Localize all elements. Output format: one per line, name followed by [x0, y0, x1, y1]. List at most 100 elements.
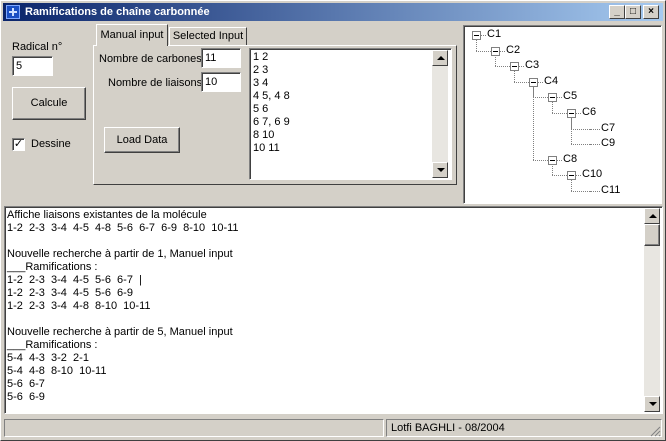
status-panel-1: [4, 419, 384, 437]
links-scrollbar[interactable]: [432, 50, 448, 178]
minimize-button[interactable]: _: [609, 5, 625, 19]
tree-connector: [533, 160, 548, 161]
output-line: Nouvelle recherche à partir de 1, Manuel…: [7, 248, 233, 260]
scroll-down-icon: [649, 402, 657, 406]
close-button[interactable]: ×: [643, 5, 659, 19]
tree-root: C1 C2 C3 C4 C5 C6 C7 C9 C8 C10 C11: [464, 26, 659, 201]
tree-node-c5[interactable]: C5: [563, 90, 577, 103]
output-line: 5-6 6-9: [7, 391, 45, 403]
output-scroll-down-button[interactable]: [644, 396, 660, 412]
resize-grip[interactable]: [649, 425, 661, 437]
tree-node-c10[interactable]: C10: [582, 168, 602, 181]
links-lines: 1 22 33 44 5, 4 85 66 7, 6 98 10 10 11: [253, 51, 290, 155]
links-line: 5 6: [253, 103, 269, 115]
tree-connector: [571, 117, 572, 144]
tree-connector: [514, 82, 529, 83]
links-line: 2 3: [253, 64, 269, 76]
scroll-up-icon: [649, 214, 657, 218]
calcule-button[interactable]: Calcule: [12, 87, 86, 120]
tree-node-c3[interactable]: C3: [525, 59, 539, 72]
tree-connector: [576, 113, 581, 114]
check-icon: ✓: [13, 138, 24, 150]
tree-node-c4[interactable]: C4: [544, 75, 558, 88]
output-scrollbar[interactable]: [644, 208, 660, 412]
tree-connector: [533, 86, 534, 160]
radical-label: Radical n°: [12, 41, 63, 53]
tree-node-c6[interactable]: C6: [582, 106, 596, 119]
output-line: 1-2 2-3 3-4 4-5 5-6 6-9: [7, 287, 133, 299]
tree-connector: [552, 175, 567, 176]
tree-connector: [557, 97, 562, 98]
tree-connector: [495, 66, 510, 67]
tree-connector: [538, 82, 543, 83]
tree-connector: [576, 175, 581, 176]
output-line: 5-4 4-3 3-2 2-1: [7, 352, 89, 364]
tree-connector: [481, 35, 486, 36]
app-icon: [6, 5, 20, 19]
output-memo[interactable]: Affiche liaisons existantes de la molécu…: [4, 206, 663, 414]
links-line: 3 4: [253, 77, 269, 89]
title-bar[interactable]: Ramifications de chaîne carbonnée _ □ ×: [3, 3, 663, 21]
links-line: 10 11: [253, 142, 280, 154]
tree-connector: [519, 66, 524, 67]
tree-connector: [571, 129, 590, 130]
output-line: Nouvelle recherche à partir de 5, Manuel…: [7, 326, 233, 338]
output-lines: Affiche liaisons existantes de la molécu…: [7, 209, 643, 404]
dessine-checkbox[interactable]: ✓: [12, 138, 25, 151]
links-scroll-up-button[interactable]: [432, 50, 448, 66]
tab-selected-input[interactable]: Selected Input: [169, 27, 247, 46]
status-panel-author: Lotfi BAGHLI - 08/2004: [386, 419, 662, 437]
tab-selected-input-label: Selected Input: [172, 30, 244, 42]
output-line: 5-6 6-7: [7, 378, 45, 390]
tree-connector: [495, 55, 496, 66]
tree-node-c8[interactable]: C8: [563, 153, 577, 166]
output-line: 5-4 4-8 8-10 10-11: [7, 365, 107, 377]
tree-connector: [514, 70, 515, 82]
dessine-label: Dessine: [31, 138, 71, 150]
scroll-up-icon: [437, 56, 445, 60]
tree-connector: [590, 191, 600, 192]
maximize-icon: □: [629, 6, 637, 17]
carbones-label: Nombre de carbones: [99, 53, 202, 65]
tree-node-c1[interactable]: C1: [487, 28, 501, 41]
tree-connector: [476, 39, 477, 51]
tree-connector: [571, 144, 590, 145]
carbon-tree-view[interactable]: C1 C2 C3 C4 C5 C6 C7 C9 C8 C10 C11: [463, 25, 662, 204]
maximize-button[interactable]: □: [625, 5, 641, 19]
load-data-button[interactable]: Load Data: [104, 127, 180, 153]
liaisons-input[interactable]: 10: [201, 72, 241, 92]
output-line: ___Ramifications :: [7, 261, 98, 273]
tab-manual-input[interactable]: Manual input: [96, 24, 168, 46]
output-line: 1-2 2-3 3-4 4-8 8-10 10-11: [7, 300, 151, 312]
links-line: 6 7, 6 9: [253, 116, 290, 128]
radical-input[interactable]: 5: [12, 56, 53, 76]
tree-node-c11[interactable]: C11: [601, 184, 620, 197]
links-line: 1 2: [253, 51, 269, 63]
tree-node-c9[interactable]: C9: [601, 137, 615, 150]
carbones-input[interactable]: 11: [201, 48, 241, 68]
tree-connector: [590, 144, 600, 145]
resize-grip-icon: [650, 426, 661, 437]
links-memo[interactable]: 1 22 33 44 5, 4 85 66 7, 6 98 10 10 11: [249, 48, 452, 180]
tree-node-c7[interactable]: C7: [601, 122, 615, 135]
links-scroll-down-button[interactable]: [432, 162, 448, 178]
tree-node-c2[interactable]: C2: [506, 44, 520, 57]
links-line: 4 5, 4 8: [253, 90, 290, 102]
scroll-down-icon: [437, 168, 445, 172]
output-line: Affiche liaisons existantes de la molécu…: [7, 209, 207, 221]
output-scroll-thumb[interactable]: [644, 224, 660, 246]
tree-connector: [552, 101, 553, 113]
output-line: 1-2 2-3 3-4 4-5 4-8 5-6 6-7 6-9 8-10 10-…: [7, 222, 239, 234]
tab-manual-input-label: Manual input: [100, 29, 164, 41]
liaisons-label: Nombre de liaisons: [108, 77, 203, 89]
tree-connector: [571, 179, 572, 191]
tree-connector: [552, 113, 567, 114]
main-window: Ramifications de chaîne carbonnée _ □ × …: [0, 0, 666, 441]
links-line: 8 10: [253, 129, 275, 141]
output-line: 1-2 2-3 3-4 4-5 5-6 6-7 |: [7, 274, 142, 286]
tree-connector: [533, 97, 548, 98]
output-scroll-up-button[interactable]: [644, 208, 660, 224]
minimize-icon: _: [614, 6, 620, 17]
